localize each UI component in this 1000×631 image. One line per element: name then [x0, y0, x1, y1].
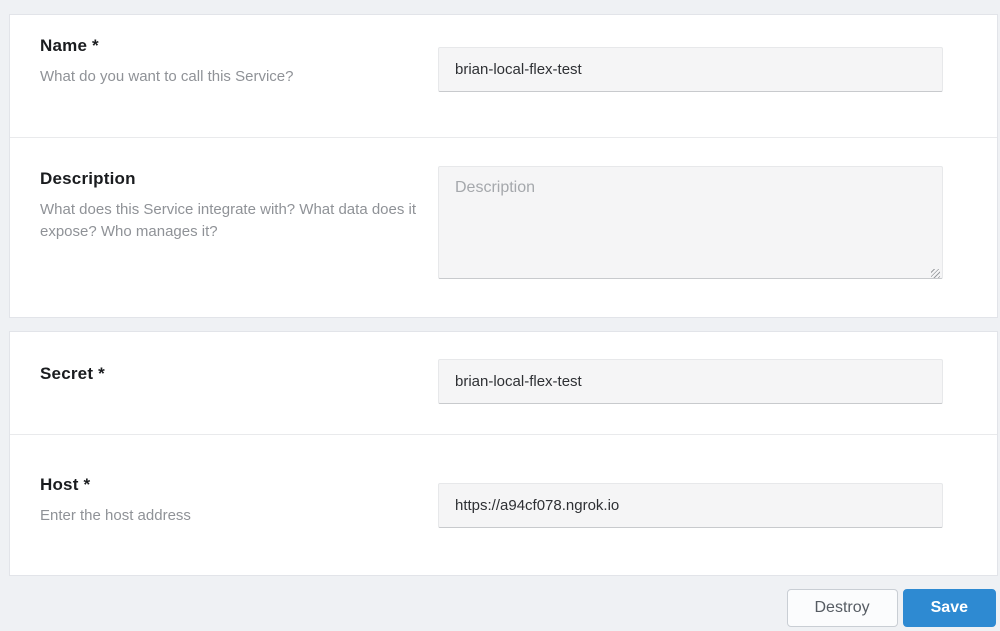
- name-field-labels: Name * What do you want to call this Ser…: [40, 15, 438, 137]
- name-helper-text: What do you want to call this Service?: [40, 68, 294, 85]
- name-description-card: Name * What do you want to call this Ser…: [9, 14, 998, 318]
- card-gap: [0, 318, 1000, 331]
- secret-input[interactable]: [438, 359, 943, 404]
- host-label: Host *: [40, 475, 91, 494]
- secret-field-control: [438, 332, 943, 434]
- description-textarea-wrap: [438, 166, 943, 284]
- name-label: Name *: [40, 36, 99, 55]
- form-actions-bar: Destroy Save: [0, 576, 1000, 631]
- host-input[interactable]: [438, 483, 943, 528]
- secret-host-card: Secret * Host * Enter the host address: [9, 331, 998, 576]
- host-helper-text: Enter the host address: [40, 507, 191, 524]
- name-input[interactable]: [438, 47, 943, 92]
- service-settings-page: Name * What do you want to call this Ser…: [0, 0, 1000, 631]
- description-field-control: [438, 138, 943, 317]
- host-field-control: [438, 435, 943, 575]
- description-field-labels: Description What does this Service integ…: [40, 138, 438, 317]
- host-field-labels: Host * Enter the host address: [40, 435, 438, 575]
- save-button[interactable]: Save: [902, 589, 996, 627]
- description-label: Description: [40, 169, 136, 188]
- secret-label: Secret *: [40, 364, 105, 383]
- secret-field-row: Secret *: [10, 332, 997, 434]
- name-field-control: [438, 15, 943, 137]
- description-field-row: Description What does this Service integ…: [10, 138, 997, 317]
- description-helper-text: What does this Service integrate with? W…: [40, 201, 417, 240]
- name-field-row: Name * What do you want to call this Ser…: [10, 15, 997, 137]
- description-textarea[interactable]: [438, 166, 943, 279]
- destroy-button[interactable]: Destroy: [786, 589, 898, 627]
- host-field-row: Host * Enter the host address: [10, 435, 997, 575]
- secret-field-labels: Secret *: [40, 332, 438, 434]
